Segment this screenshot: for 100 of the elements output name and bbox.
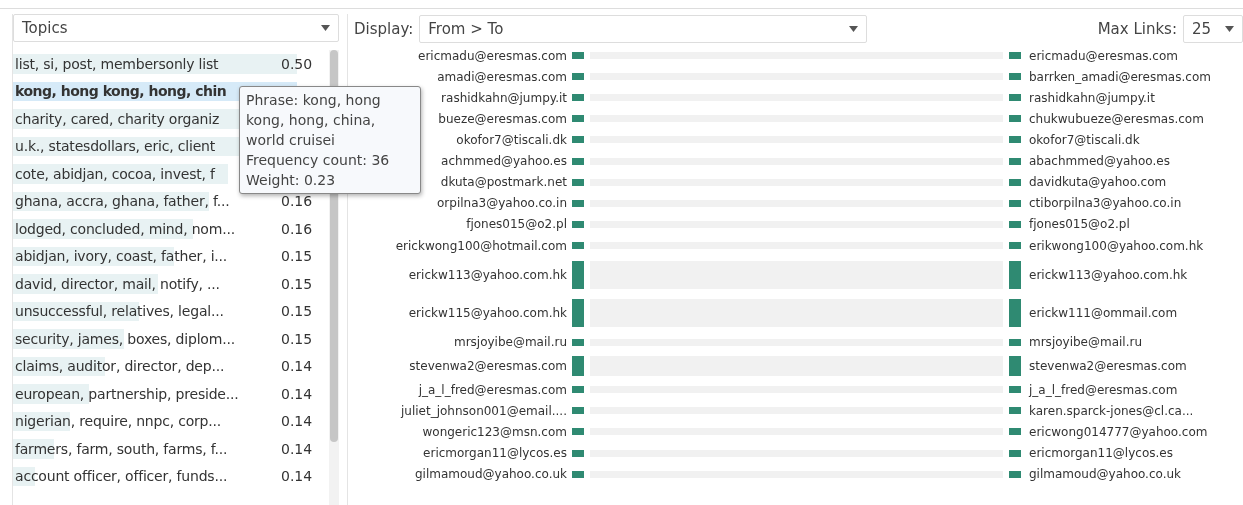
recipient-label: mrsjoyibe@mail.ru [1028,335,1144,350]
topic-label[interactable]: account officer, officer, funds... [13,468,228,485]
display-label: Display: [354,20,414,38]
sender-node[interactable] [572,449,584,457]
topic-weight: 0.15 [281,330,313,347]
topic-label[interactable]: cote, abidjan, cocoa, invest, f [13,165,215,182]
topic-label[interactable]: european, partnership, preside... [13,385,239,402]
display-dropdown[interactable]: From > To [419,15,868,43]
recipient-label: davidkuta@yahoo.com [1028,175,1168,190]
recipient-node[interactable] [1009,94,1021,102]
topic-label[interactable]: lodged, concluded, mind, nom... [13,220,235,237]
sender-label: mrsjoyibe@mail.ru [453,335,568,350]
caret-icon [1225,26,1234,32]
topic-label[interactable]: claims, auditor, director, dep... [13,358,225,375]
sender-node[interactable] [572,94,584,102]
sender-label: achmmed@yahoo.es [441,154,568,169]
recipient-node[interactable] [1009,260,1021,289]
recipient-node[interactable] [1009,73,1021,81]
sender-node[interactable] [572,115,584,123]
topic-weight: 0.15 [281,303,313,320]
sender-node[interactable] [572,73,584,81]
topics-dropdown[interactable]: Topics [13,14,339,42]
max-links-dropdown[interactable]: 25 [1183,15,1243,43]
sender-node[interactable] [572,260,584,289]
sender-label: juliet_johnson001@email.... [400,403,568,418]
recipient-node[interactable] [1009,407,1021,415]
sender-label: fjones015@o2.pl [466,217,568,232]
topic-weight: 0.14 [281,440,313,457]
topic-weight: 0.14 [281,413,313,430]
topic-label[interactable]: charity, cared, charity organiz [13,110,220,127]
recipient-node[interactable] [1009,52,1021,60]
recipient-label: chukwubueze@eresmas.com [1028,111,1205,126]
topic-weight: 0.16 [281,193,313,210]
sender-label: okofor7@tiscali.dk [456,133,568,147]
recipient-label: karen.sparck-jones@cl.ca... [1028,403,1195,418]
sender-node[interactable] [572,220,584,228]
recipient-node[interactable] [1009,242,1021,250]
topic-label[interactable]: security, james, boxes, diplom... [13,330,235,347]
recipient-node[interactable] [1009,449,1021,457]
recipient-node[interactable] [1009,338,1021,346]
recipient-label: erickw111@ommail.com [1028,305,1179,320]
sender-node[interactable] [572,178,584,186]
topic-label[interactable]: list, si, post, membersonly list [13,55,219,72]
sender-node[interactable] [572,298,584,327]
recipient-label: rashidkahn@jumpy.it [1028,90,1156,105]
tooltip-text: Frequency count: 36 [246,151,391,170]
recipient-label: ericmorgan11@lycos.es [1028,446,1174,461]
sender-node[interactable] [572,199,584,207]
topic-weight: 0.15 [281,275,313,292]
recipient-node[interactable] [1009,157,1021,165]
recipient-node[interactable] [1009,220,1021,228]
recipient-label: okofor7@tiscali.dk [1028,133,1141,147]
tooltip-text: Phrase: kong, hong kong, hong, china, world cruisei [246,91,382,150]
recipient-label: ctiborpilna3@yahoo.co.in [1028,196,1183,211]
topic-label[interactable]: nigerian, require, nnpc, corp... [13,413,222,430]
topic-label[interactable]: abidjan, ivory, coast, father, i... [13,248,228,265]
sender-label: orpilna3@yahoo.co.in [437,196,568,211]
topic-label[interactable]: kong, hong kong, hong, chin [13,83,227,100]
topic-label[interactable]: farmers, farm, south, farms, f... [13,440,228,457]
tooltip-text: Weight: 0.23 [246,171,337,190]
sender-label: rashidkahn@jumpy.it [441,90,568,105]
recipient-label: abachmmed@yahoo.es [1028,154,1171,169]
sender-node[interactable] [572,136,584,144]
sender-label: erickwong100@hotmail.com [395,238,568,253]
recipient-label: fjones015@o2.pl [1028,217,1131,232]
recipient-node[interactable] [1009,355,1021,376]
recipient-node[interactable] [1009,298,1021,327]
sender-node[interactable] [572,470,584,478]
topic-label[interactable]: ghana, accra, ghana, father, f... [13,193,230,210]
sender-node[interactable] [572,428,584,436]
recipient-label: erikwong100@yahoo.com.hk [1028,238,1205,253]
recipient-node[interactable] [1009,115,1021,123]
recipient-label: erickw113@yahoo.com.hk [1028,267,1189,282]
recipient-label: ericmadu@eresmas.com [1028,48,1179,63]
sender-label: amadi@eresmas.com [437,69,568,84]
sender-label: stevenwa2@eresmas.com [409,358,568,373]
recipient-node[interactable] [1009,199,1021,207]
topic-label[interactable]: david, director, mail, notify, ... [13,275,220,292]
sender-node[interactable] [572,242,584,250]
sender-label: erickw115@yahoo.com.hk [408,305,568,320]
sender-label: dkuta@postmark.net [440,175,568,190]
sender-node[interactable] [572,338,584,346]
topic-label[interactable]: u.k., statesdollars, eric, client [13,138,215,155]
recipient-label: ericwong014777@yahoo.com [1028,424,1209,439]
topic-weight: 0.16 [281,220,313,237]
topic-label[interactable]: unsuccessful, relatives, legal... [13,303,224,320]
topic-weight: 0.14 [281,358,313,375]
sender-label: ericmadu@eresmas.com [418,48,568,63]
recipient-node[interactable] [1009,136,1021,144]
sender-node[interactable] [572,355,584,376]
sender-node[interactable] [572,407,584,415]
recipient-node[interactable] [1009,178,1021,186]
recipient-node[interactable] [1009,386,1021,394]
sender-label: erickw113@yahoo.com.hk [408,267,568,282]
topic-weight: 0.14 [281,385,313,402]
recipient-node[interactable] [1009,428,1021,436]
recipient-node[interactable] [1009,470,1021,478]
sender-node[interactable] [572,157,584,165]
sender-node[interactable] [572,386,584,394]
sender-node[interactable] [572,52,584,60]
